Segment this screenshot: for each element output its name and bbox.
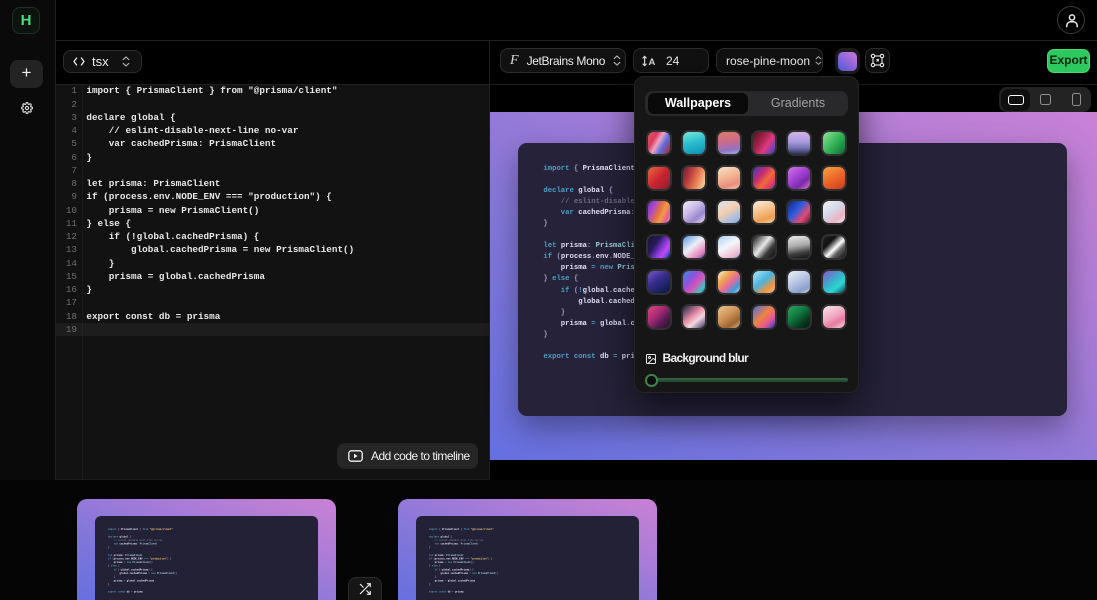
svg-text:A: A [649, 57, 656, 67]
